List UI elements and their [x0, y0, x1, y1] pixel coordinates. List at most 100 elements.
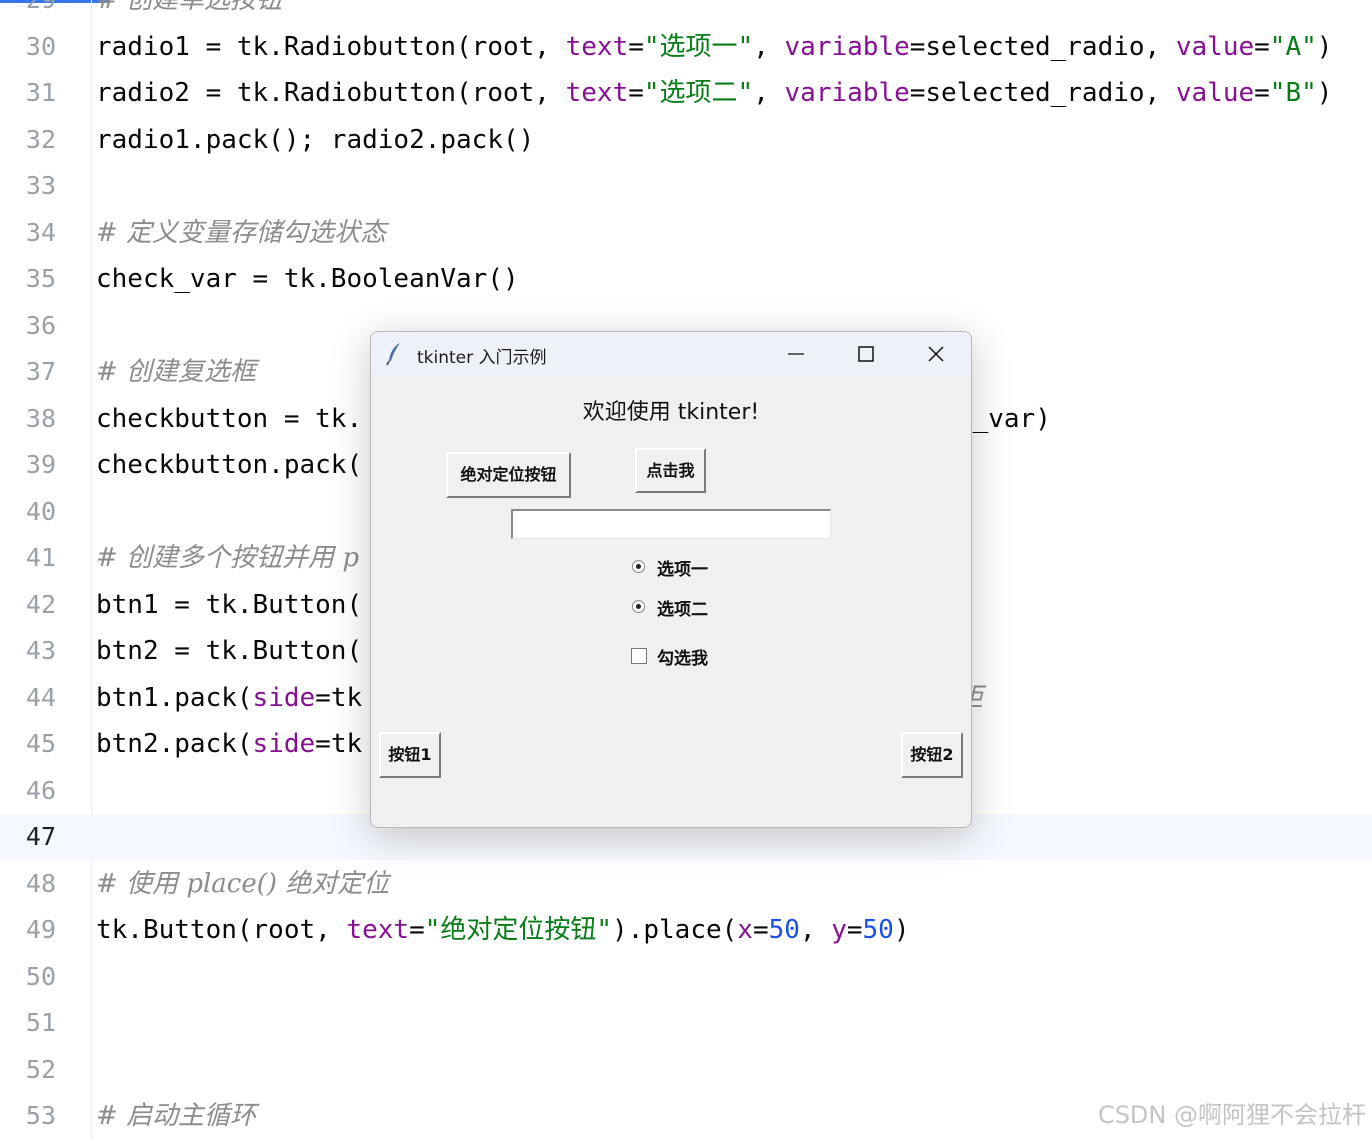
close-icon: [928, 346, 944, 362]
code-line[interactable]: 35 check_var = tk.BooleanVar(): [0, 256, 1372, 302]
code-token: variable: [784, 31, 910, 62]
code-token: ): [893, 915, 910, 945]
code-text: radio2 = tk.Radiobutton(root, text="选项二"…: [96, 70, 1332, 116]
code-token: # 定义变量存储勾选状态: [96, 217, 387, 248]
close-button[interactable]: [901, 332, 971, 376]
line-number: 32: [25, 124, 56, 154]
window-titlebar[interactable]: tkinter 入门示例: [371, 332, 971, 376]
code-token: ,: [753, 31, 785, 62]
line-number: 31: [25, 78, 56, 107]
code-token: btn2.pack(: [96, 729, 253, 759]
code-token: =: [846, 915, 863, 945]
radio-option-2-label[interactable]: 选项二: [657, 595, 708, 620]
code-token: value: [1175, 31, 1255, 62]
button-1[interactable]: 按钮1: [379, 732, 441, 778]
line-number: 50: [25, 961, 56, 991]
code-text: # 创建多个按钮并用 p: [96, 535, 359, 581]
code-line[interactable]: 30 radio1 = tk.Radiobutton(root, text="选项…: [0, 24, 1372, 70]
code-token: "A": [1269, 31, 1317, 62]
check-me-label[interactable]: 勾选我: [657, 644, 708, 669]
code-token: btn2 = tk.Button(: [96, 636, 363, 666]
code-text: btn1 = tk.Button(: [96, 582, 362, 628]
maximize-button[interactable]: [831, 332, 901, 376]
window-title: tkinter 入门示例: [417, 348, 547, 368]
code-line[interactable]: 50: [0, 954, 1372, 1000]
code-token: # 创建复选框: [96, 357, 257, 387]
code-line[interactable]: 32 radio1.pack(); radio2.pack(): [0, 117, 1372, 163]
line-number: 34: [25, 217, 56, 247]
code-line[interactable]: 29 # 创建单选按钮: [0, 0, 1372, 23]
line-number: 44: [25, 682, 56, 712]
code-text: # 创建复选框: [96, 349, 256, 395]
watermark: CSDN @啊阿狸不会拉杆: [1097, 1101, 1366, 1129]
code-text: check_var = tk.BooleanVar(): [96, 256, 519, 302]
code-token: check_var = tk.BooleanVar(): [96, 264, 519, 294]
code-token: text: [346, 915, 410, 945]
minimize-button[interactable]: [761, 332, 831, 376]
code-token: ): [1316, 78, 1333, 108]
code-token: checkbutton.pack(: [96, 450, 363, 480]
code-token: text: [565, 78, 629, 108]
line-number: 30: [25, 31, 56, 61]
line-number: 43: [25, 636, 56, 665]
code-text: checkbutton.pack(: [96, 442, 362, 488]
line-number: 41: [25, 543, 56, 572]
line-number: 49: [25, 915, 56, 944]
code-text: tk.Button(root, text="绝对定位按钮").place(x=5…: [96, 907, 910, 953]
code-token: ).place(: [612, 915, 738, 945]
line-number: 35: [25, 264, 56, 293]
code-token: tk.Button(root,: [96, 915, 347, 945]
minimize-icon: [788, 353, 804, 355]
code-token: =: [628, 31, 644, 62]
code-token: x: [737, 915, 753, 945]
line-number: 40: [25, 496, 56, 526]
radio-option-1-label[interactable]: 选项一: [657, 555, 708, 580]
code-token: =selected_radio,: [909, 31, 1176, 62]
line-number: 29: [0, 0, 56, 23]
line-number: 37: [25, 357, 56, 386]
code-line[interactable]: 31 radio2 = tk.Radiobutton(root, text="选项…: [0, 70, 1372, 116]
code-line[interactable]: 33: [0, 163, 1372, 209]
code-token: btn1.pack(: [96, 682, 253, 713]
code-token: variable: [784, 78, 910, 108]
line-number: 48: [25, 868, 56, 898]
code-token: 50: [862, 915, 894, 945]
code-token: side: [252, 729, 316, 759]
absolute-position-button[interactable]: 绝对定位按钮: [446, 452, 571, 498]
code-text: # 定义变量存储勾选状态: [96, 210, 386, 256]
radio-option-1-indicator[interactable]: [632, 560, 645, 573]
code-token: "绝对定位按钮": [424, 915, 613, 945]
code-line[interactable]: 34 # 定义变量存储勾选状态: [0, 210, 1372, 256]
button-2[interactable]: 按钮2: [901, 732, 963, 778]
code-text: radio1.pack(); radio2.pack(): [96, 117, 534, 163]
code-text: # 启动主循环: [96, 1093, 256, 1139]
text-entry[interactable]: [511, 509, 831, 539]
code-token: =: [1254, 78, 1270, 108]
line-number: 39: [25, 450, 56, 479]
code-token: ,: [753, 78, 785, 108]
code-token: text: [565, 31, 629, 62]
code-line[interactable]: 52: [0, 1047, 1372, 1093]
code-line[interactable]: 51: [0, 1000, 1372, 1046]
code-token: side: [252, 682, 316, 713]
code-line[interactable]: 49 tk.Button(root, text="绝对定位按钮").place(x…: [0, 907, 1372, 953]
line-number: 53: [25, 1101, 56, 1130]
line-number: 38: [25, 403, 56, 433]
code-token: =: [752, 915, 769, 945]
welcome-label: 欢迎使用 tkinter!: [582, 400, 760, 425]
line-number: 46: [25, 775, 56, 805]
code-token: radio1.pack(); radio2.pack(): [96, 124, 535, 155]
code-text: radio1 = tk.Radiobutton(root, text="选项一"…: [96, 24, 1332, 70]
code-token: =: [409, 915, 425, 945]
check-me-checkbox[interactable]: [631, 648, 647, 664]
line-number: 42: [25, 589, 56, 619]
code-token: # 创建多个按钮并用 p: [96, 543, 359, 573]
click-me-button[interactable]: 点击我: [635, 448, 706, 493]
code-token: "选项一": [643, 31, 754, 62]
radio-option-2-indicator[interactable]: [632, 600, 645, 613]
code-token: value: [1175, 78, 1255, 108]
line-number: 33: [25, 171, 56, 200]
code-token: # 创建单选按钮: [96, 0, 283, 15]
code-token: ,: [799, 915, 832, 945]
code-line[interactable]: 48 # 使用 place() 绝对定位: [0, 861, 1372, 907]
